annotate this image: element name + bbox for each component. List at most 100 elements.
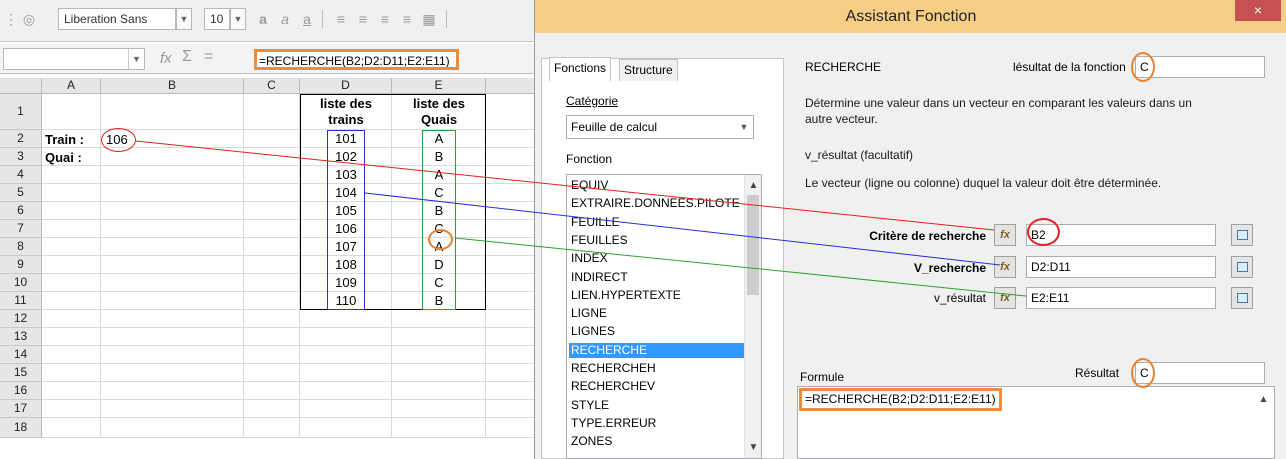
row-header[interactable]: 5 [0, 184, 42, 202]
function-list[interactable]: EQUIV EXTRAIRE.DONNEES.PILOTE FEUILLE FEUIL… [566, 174, 762, 459]
justify-icon[interactable]: ≡ [398, 9, 416, 29]
merge-cells-icon[interactable]: ▦ [420, 9, 438, 29]
row-header[interactable]: 15 [0, 364, 42, 382]
fx-icon[interactable]: fx [994, 256, 1016, 278]
formula-text: =RECHERCHE(B2;D2:D11;E2:E11) [799, 388, 1002, 411]
function-list-item[interactable]: EXTRAIRE.DONNEES.PILOTE [569, 196, 744, 211]
dialog-titlebar: Assistant Fonction × [535, 0, 1286, 33]
font-size-box[interactable]: 10 [204, 8, 230, 30]
shrink-icon[interactable] [1231, 287, 1253, 309]
close-button[interactable]: × [1235, 0, 1281, 21]
underline-icon[interactable]: a [298, 9, 316, 29]
result-label: lésultat de la fonction [1013, 60, 1126, 74]
arg-label-v-recherche: V_recherche [913, 261, 986, 275]
row-header[interactable]: 2 [0, 130, 42, 148]
arg-label-v-resultat: v_résultat [933, 291, 986, 305]
column-header[interactable]: E [392, 78, 486, 94]
column-header[interactable]: B [101, 78, 244, 94]
formula-input[interactable]: =RECHERCHE(B2;D2:D11;E2:E11) [254, 49, 459, 70]
row-header[interactable]: 12 [0, 310, 42, 328]
scrollbar[interactable]: ▲ ▼ [744, 175, 761, 458]
function-list-item[interactable]: RECHERCHEH [569, 361, 744, 376]
arg-label-critere: Critère de recherche [869, 229, 986, 243]
function-list-item[interactable]: EQUIV [569, 178, 744, 193]
function-list-item[interactable]: FEUILLE [569, 215, 744, 230]
gridline [42, 399, 534, 400]
fx-icon[interactable]: fx [994, 287, 1016, 309]
chevron-down-icon[interactable]: ▼ [176, 8, 192, 30]
shrink-icon[interactable] [1231, 256, 1253, 278]
row-header[interactable]: 14 [0, 346, 42, 364]
gridline [42, 417, 534, 418]
parameter-name: v_résultat (facultatif) [805, 148, 914, 162]
category-label: Catégorie [566, 94, 619, 108]
formula-icon[interactable]: = [204, 48, 213, 66]
function-list-item[interactable]: LIEN.HYPERTEXTE [569, 288, 744, 303]
row-header[interactable]: 4 [0, 166, 42, 184]
row-header[interactable]: 3 [0, 148, 42, 166]
column-header[interactable] [486, 78, 534, 94]
scroll-down-icon[interactable]: ▼ [745, 439, 761, 456]
function-wizard-dialog: Assistant Fonction × Fonctions Structure… [534, 0, 1286, 459]
gridline [100, 94, 101, 438]
arg-input-v-resultat[interactable]: E2:E11 [1026, 287, 1216, 309]
name-box[interactable]: ▼ [3, 48, 145, 70]
row-header[interactable]: 10 [0, 274, 42, 292]
function-list-item[interactable]: LIGNE [569, 306, 744, 321]
chevron-down-icon[interactable]: ▼ [230, 8, 246, 30]
sum-icon[interactable]: Σ [182, 48, 192, 66]
function-list-item[interactable]: LIGNES [569, 324, 744, 339]
function-list-item[interactable]: FEUILLES [569, 233, 744, 248]
function-list-item[interactable]: RECHERCHE [569, 342, 744, 358]
arg-input-v-recherche[interactable]: D2:D11 [1026, 256, 1216, 278]
font-name-box[interactable]: Liberation Sans [58, 8, 176, 30]
formatting-toolbar: ⋮ ◎ Liberation Sans ▼ 10 ▼ a a a ≡ ≡ ≡ ≡… [0, 0, 534, 42]
function-wizard-icon[interactable]: fx [160, 50, 172, 67]
grip-icon: ⋮ [4, 11, 18, 27]
dialog-title: Assistant Fonction [845, 8, 977, 25]
chevron-down-icon[interactable]: ▼ [735, 116, 753, 138]
column-header[interactable]: C [244, 78, 300, 94]
row-header[interactable]: 9 [0, 256, 42, 274]
separator [322, 10, 323, 28]
shrink-icon[interactable] [1231, 224, 1253, 246]
range-highlight-d [327, 130, 365, 310]
scroll-up-icon[interactable]: ▲ [745, 177, 761, 194]
function-list-item[interactable]: TYPE.ERREUR [569, 416, 744, 431]
row-header[interactable]: 6 [0, 202, 42, 220]
italic-icon[interactable]: a [276, 9, 294, 29]
scroll-thumb[interactable] [747, 195, 759, 295]
align-right-icon[interactable]: ≡ [376, 9, 394, 29]
row-header[interactable]: 8 [0, 238, 42, 256]
function-list-item[interactable]: ZONES [569, 434, 744, 449]
gridline [42, 345, 534, 346]
update-style-icon[interactable]: ◎ [20, 9, 38, 29]
column-header[interactable]: A [42, 78, 101, 94]
function-name: RECHERCHE [805, 60, 882, 74]
bold-icon[interactable]: a [254, 9, 272, 29]
fx-icon[interactable]: fx [994, 224, 1016, 246]
tab-fonctions[interactable]: Fonctions [549, 57, 612, 81]
column-header[interactable]: D [300, 78, 392, 94]
corner-cell[interactable] [0, 78, 42, 94]
function-list-item[interactable]: RECHERCHEV [569, 379, 744, 394]
gridline [42, 363, 534, 364]
function-list-item[interactable]: INDEX [569, 251, 744, 266]
chevron-down-icon[interactable]: ▼ [128, 49, 144, 69]
function-list-item[interactable]: INDIRECT [569, 270, 744, 285]
row-header[interactable]: 18 [0, 418, 42, 438]
resultat-label: Résultat [1075, 366, 1120, 380]
highlight-oval [101, 128, 136, 152]
align-center-icon[interactable]: ≡ [354, 9, 372, 29]
scroll-up-icon[interactable]: ▲ [1255, 391, 1272, 408]
function-list-item[interactable]: STYLE [569, 398, 744, 413]
row-header[interactable]: 11 [0, 292, 42, 310]
row-header[interactable]: 17 [0, 400, 42, 418]
row-header[interactable]: 16 [0, 382, 42, 400]
category-select[interactable]: Feuille de calcul ▼ [566, 115, 754, 139]
align-left-icon[interactable]: ≡ [332, 9, 350, 29]
tab-structure[interactable]: Structure [619, 59, 678, 81]
row-header[interactable]: 1 [0, 94, 42, 130]
row-header[interactable]: 13 [0, 328, 42, 346]
row-header[interactable]: 7 [0, 220, 42, 238]
